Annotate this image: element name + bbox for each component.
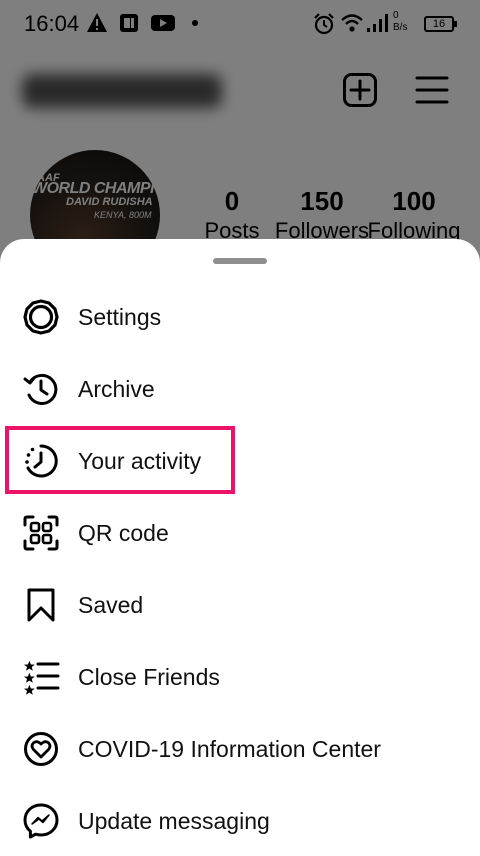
menu-item-label: Close Friends [78, 664, 220, 690]
menu-item-covid-info[interactable]: COVID-19 Information Center [0, 712, 480, 784]
menu-item-label: Archive [78, 376, 155, 402]
drag-handle[interactable] [213, 258, 267, 264]
menu-item-label: COVID-19 Information Center [78, 736, 381, 762]
messenger-icon [23, 803, 59, 839]
options-bottom-sheet: Settings Archive Your activity QR code S… [0, 239, 480, 854]
menu-item-saved[interactable]: Saved [0, 568, 480, 640]
bookmark-icon [27, 588, 55, 622]
highlight-annotation-box [5, 426, 235, 494]
menu-item-close-friends[interactable]: Close Friends [0, 640, 480, 712]
menu-item-label: Update messaging [78, 808, 270, 834]
menu-item-settings[interactable]: Settings [0, 280, 480, 352]
menu-item-label: QR code [78, 520, 169, 546]
archive-history-icon [23, 374, 58, 405]
close-friends-list-icon [24, 660, 60, 695]
menu-item-qr-code[interactable]: QR code [0, 496, 480, 568]
menu-item-update-messaging[interactable]: Update messaging [0, 784, 480, 856]
covid-heart-icon [24, 732, 58, 766]
menu-item-label: Saved [78, 592, 144, 618]
menu-item-label: Settings [78, 304, 162, 330]
qr-code-icon [23, 515, 59, 551]
settings-gear-icon [23, 299, 59, 335]
menu-item-archive[interactable]: Archive [0, 352, 480, 424]
